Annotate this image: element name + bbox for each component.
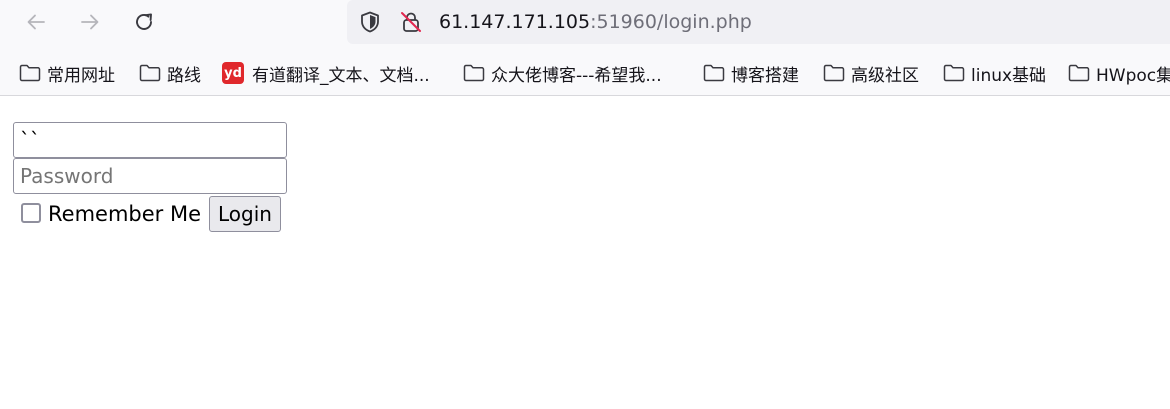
bookmark-label: 常用网址 xyxy=(47,65,115,86)
browser-chrome: 61.147.171.105:51960/login.php 常用网址 路线 y… xyxy=(0,0,1170,96)
remember-me-checkbox[interactable] xyxy=(21,203,41,223)
bookmark-label: HWpoc集 xyxy=(1096,65,1170,86)
folder-icon xyxy=(139,64,161,82)
bookmark-label: 高级社区 xyxy=(851,65,919,86)
browser-toolbar: 61.147.171.105:51960/login.php xyxy=(0,0,1170,46)
folder-icon xyxy=(823,64,845,82)
bookmark-item[interactable]: HWpoc集 xyxy=(1068,60,1170,86)
shield-icon[interactable] xyxy=(357,9,383,35)
password-input[interactable] xyxy=(13,158,287,194)
bookmark-item[interactable]: yd 有道翻译_文本、文档... xyxy=(222,60,430,86)
username-input[interactable] xyxy=(13,122,287,158)
bookmark-label: 有道翻译_文本、文档... xyxy=(252,65,430,86)
bookmark-item[interactable]: 高级社区 xyxy=(823,60,919,86)
folder-icon xyxy=(19,64,41,82)
forward-button[interactable] xyxy=(73,5,107,39)
back-button[interactable] xyxy=(19,5,53,39)
bookmark-label: 博客搭建 xyxy=(731,65,799,86)
url-host: 61.147.171.105 xyxy=(439,11,591,33)
bookmark-label: 路线 xyxy=(167,65,201,86)
bookmark-item[interactable]: 博客搭建 xyxy=(703,60,799,86)
folder-icon xyxy=(943,64,965,82)
youdao-icon: yd xyxy=(222,62,244,84)
folder-icon xyxy=(1068,64,1090,82)
insecure-lock-icon[interactable] xyxy=(398,9,424,35)
url-bar[interactable]: 61.147.171.105:51960/login.php xyxy=(347,0,1170,44)
login-button[interactable]: Login xyxy=(209,196,281,232)
reload-icon xyxy=(136,13,152,30)
bookmark-item[interactable]: linux基础 xyxy=(943,60,1046,86)
bookmark-item[interactable]: 常用网址 xyxy=(19,60,115,86)
folder-icon xyxy=(463,64,485,82)
arrow-left-icon xyxy=(27,14,45,30)
page-content: Remember Me Login xyxy=(0,96,1170,409)
url-text[interactable]: 61.147.171.105:51960/login.php xyxy=(439,10,752,34)
bookmark-item[interactable]: 路线 xyxy=(139,60,201,86)
folder-icon xyxy=(703,64,725,82)
url-path: :51960/login.php xyxy=(590,11,752,33)
bookmark-item[interactable]: 众大佬博客---希望我... xyxy=(463,60,662,86)
arrow-right-icon xyxy=(81,14,99,30)
bookmark-label: 众大佬博客---希望我... xyxy=(491,65,662,86)
bookmarks-toolbar: 常用网址 路线 yd 有道翻译_文本、文档... 众大佬博客---希望我... … xyxy=(0,52,1170,92)
reload-button[interactable] xyxy=(127,5,161,39)
bookmark-label: linux基础 xyxy=(971,65,1047,86)
remember-me-label[interactable]: Remember Me xyxy=(48,200,201,228)
